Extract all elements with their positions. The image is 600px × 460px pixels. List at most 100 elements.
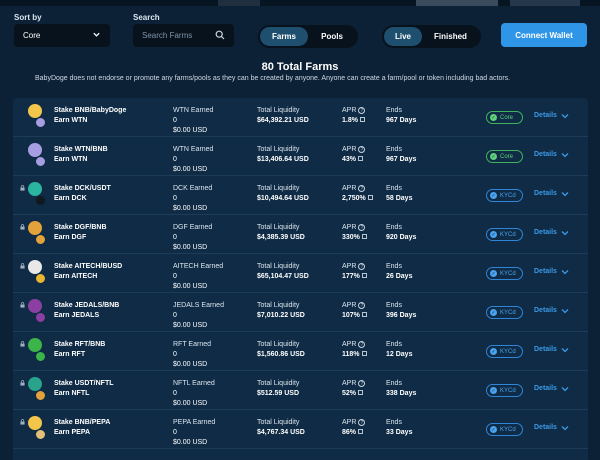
help-icon[interactable]: ? xyxy=(358,419,366,426)
earned-usd: $0.00 USD xyxy=(173,283,208,290)
ends-value: 967 Days xyxy=(386,117,417,124)
calculator-icon[interactable] xyxy=(358,429,364,434)
calculator-icon[interactable] xyxy=(361,273,367,278)
liquidity-label: Total Liquidity xyxy=(257,302,300,309)
liquidity-value: $13,406.64 USD xyxy=(257,156,309,163)
check-icon: ✓ xyxy=(490,387,497,394)
earned-usd: $0.00 USD xyxy=(173,166,208,173)
calculator-icon[interactable] xyxy=(361,234,367,239)
apr-cell: APR? 43% xyxy=(342,145,366,165)
apr-value: 1.8% xyxy=(342,117,358,124)
banner-thumb xyxy=(510,0,580,6)
earned-label: WTN Earned xyxy=(173,146,214,153)
details-button[interactable]: Details xyxy=(534,268,569,275)
apr-label: APR xyxy=(342,419,357,426)
earn-label: Earn DGF xyxy=(54,234,87,241)
apr-cell: APR? 107% xyxy=(342,301,367,321)
farm-row[interactable]: Stake BNB/PEPA Earn PEPA PEPA Earned 0 $0.00… xyxy=(13,410,588,449)
help-icon[interactable]: ? xyxy=(358,185,366,192)
lock-icon xyxy=(20,341,25,347)
details-button[interactable]: Details xyxy=(534,190,569,197)
help-icon[interactable]: ? xyxy=(358,263,366,270)
calculator-icon[interactable] xyxy=(358,390,364,395)
stake-token-icon xyxy=(28,143,42,157)
farm-row[interactable]: Stake BNB/BabyDoge Earn WTN WTN Earned 0 $0.… xyxy=(13,98,588,137)
farm-row[interactable]: Stake DGF/BNB Earn DGF DGF Earned 0 $0.00 US… xyxy=(13,215,588,254)
calculator-icon[interactable] xyxy=(367,195,373,200)
sort-select[interactable]: Core xyxy=(14,24,110,47)
help-icon[interactable]: ? xyxy=(358,146,366,153)
stake-token-icon xyxy=(28,260,42,274)
liquidity-value: $64,392.21 USD xyxy=(257,117,309,124)
details-button[interactable]: Details xyxy=(534,346,569,353)
details-label: Details xyxy=(534,424,557,431)
details-button[interactable]: Details xyxy=(534,151,569,158)
earned-value: 0 xyxy=(173,117,177,124)
tab-finished[interactable]: Finished xyxy=(422,27,479,46)
earned-label: RFT Earned xyxy=(173,341,211,348)
help-icon[interactable]: ? xyxy=(358,224,366,231)
ends-label: Ends xyxy=(386,263,402,270)
calculator-icon[interactable] xyxy=(361,312,367,317)
details-button[interactable]: Details xyxy=(534,385,569,392)
help-icon[interactable]: ? xyxy=(358,107,366,114)
details-button[interactable]: Details xyxy=(534,229,569,236)
earned-label: DCK Earned xyxy=(173,185,213,192)
earned-value: 0 xyxy=(173,156,177,163)
search-icon[interactable] xyxy=(215,30,225,40)
apr-label: APR xyxy=(342,185,357,192)
earned-usd: $0.00 USD xyxy=(173,244,208,251)
help-icon[interactable]: ? xyxy=(358,341,366,348)
badge-label: KYCd xyxy=(500,387,516,394)
badge-label: Core xyxy=(500,153,514,160)
tab-live[interactable]: Live xyxy=(384,27,422,46)
stake-token-icon xyxy=(28,299,42,313)
details-label: Details xyxy=(534,346,557,353)
liquidity-label: Total Liquidity xyxy=(257,341,300,348)
tab-pools[interactable]: Pools xyxy=(308,27,356,46)
ends-label: Ends xyxy=(386,380,402,387)
stake-label: Stake JEDALS/BNB xyxy=(54,302,120,309)
sort-value: Core xyxy=(23,31,41,40)
help-icon[interactable]: ? xyxy=(358,302,366,309)
earned-cell: RFT Earned 0 $0.00 USD xyxy=(173,340,211,370)
farm-pair: Stake DGF/BNB Earn DGF xyxy=(54,223,107,243)
liquidity-label: Total Liquidity xyxy=(257,419,300,426)
liquidity-label: Total Liquidity xyxy=(257,107,300,114)
connect-wallet-button[interactable]: Connect Wallet xyxy=(501,23,587,47)
ends-label: Ends xyxy=(386,419,402,426)
total-farms: 80 Total Farms xyxy=(261,61,339,73)
earn-token-icon xyxy=(35,429,46,440)
status-badge: ✓ KYCd xyxy=(486,267,523,280)
apr-value: 86% xyxy=(342,429,357,436)
chevron-down-icon xyxy=(561,347,569,352)
earned-value: 0 xyxy=(173,312,177,319)
farm-row[interactable]: Stake WTN/BNB Earn WTN WTN Earned 0 $0.00 US… xyxy=(13,137,588,176)
calculator-icon[interactable] xyxy=(359,117,365,122)
check-icon: ✓ xyxy=(490,114,497,121)
details-button[interactable]: Details xyxy=(534,307,569,314)
calculator-icon[interactable] xyxy=(361,351,367,356)
earned-value: 0 xyxy=(173,273,177,280)
farm-row[interactable]: Stake USDT/NFTL Earn NFTL NFTL Earned 0 $0.0… xyxy=(13,371,588,410)
liquidity-label: Total Liquidity xyxy=(257,146,300,153)
help-icon[interactable]: ? xyxy=(358,380,366,387)
badge-label: KYCd xyxy=(500,192,516,199)
ends-label: Ends xyxy=(386,302,402,309)
ends-cell: Ends 33 Days xyxy=(386,418,412,438)
details-label: Details xyxy=(534,385,557,392)
calculator-icon[interactable] xyxy=(358,156,364,161)
tab-farms[interactable]: Farms xyxy=(260,27,308,46)
search-input[interactable] xyxy=(142,28,210,43)
chevron-down-icon xyxy=(561,269,569,274)
farm-row[interactable]: Stake AITECH/BUSD Earn AITECH AITECH Earne… xyxy=(13,254,588,293)
farm-row[interactable]: Stake DCK/USDT Earn DCK DCK Earned 0 $0.00 U… xyxy=(13,176,588,215)
earn-label: Earn WTN xyxy=(54,117,88,124)
apr-value: 177% xyxy=(342,273,360,280)
banner-thumb xyxy=(218,0,260,6)
farm-row[interactable]: Stake RFT/BNB Earn RFT RFT Earned 0 $0.00 US… xyxy=(13,332,588,371)
stake-label: Stake DCK/USDT xyxy=(54,185,111,192)
farm-row[interactable]: Stake JEDALS/BNB Earn JEDALS JEDALS Earned… xyxy=(13,293,588,332)
details-button[interactable]: Details xyxy=(534,112,569,119)
details-button[interactable]: Details xyxy=(534,424,569,431)
